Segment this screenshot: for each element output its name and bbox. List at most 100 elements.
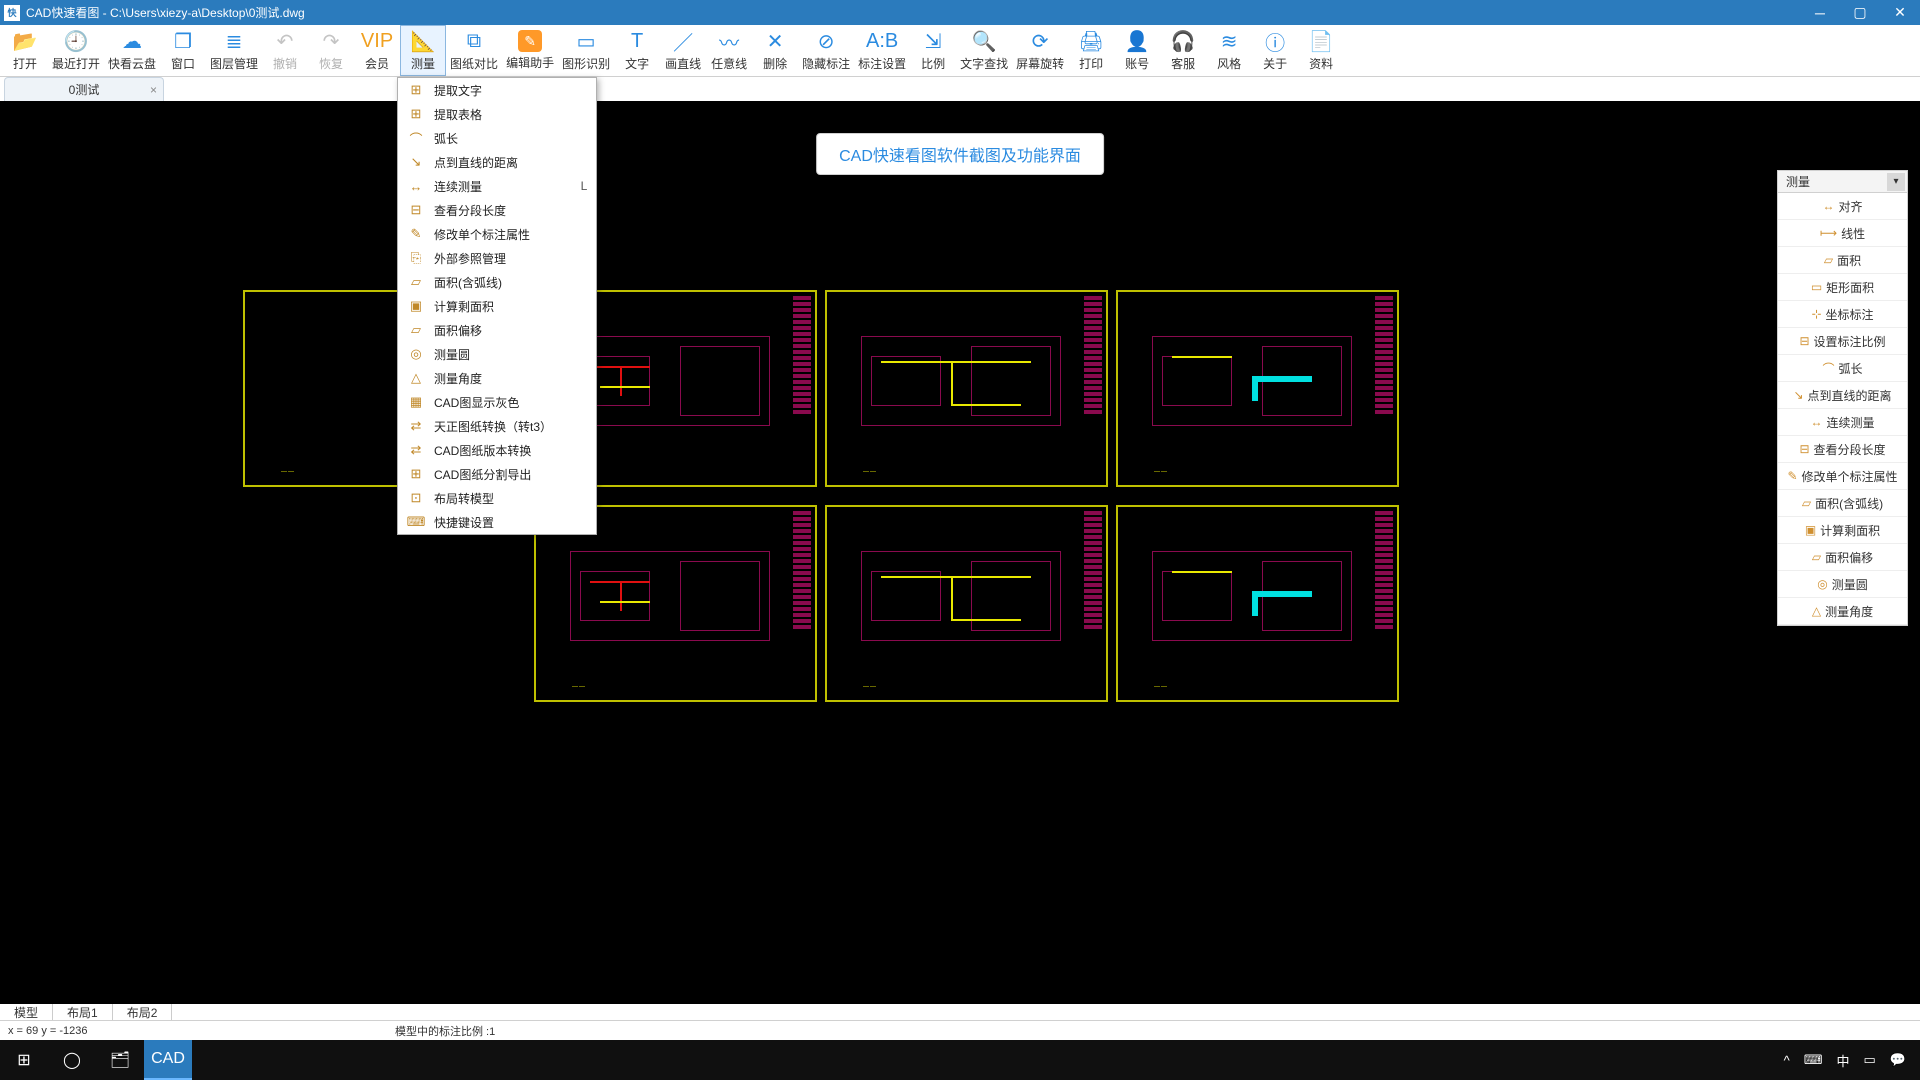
measure-tool-item[interactable]: △测量角度 <box>1778 598 1907 625</box>
menu-item[interactable]: ⊞提取文字 <box>398 78 596 102</box>
toolbar-edithelp-button[interactable]: ✎编辑助手 <box>502 25 558 76</box>
drawing-canvas[interactable]: CAD快速看图软件截图及功能界面 —————————————— <box>0 101 1920 1004</box>
menu-item[interactable]: ⊞提取表格 <box>398 102 596 126</box>
toolbar-about-button[interactable]: ⓘ关于 <box>1252 25 1298 76</box>
measure-tool-item[interactable]: ▱面积 <box>1778 247 1907 274</box>
toolbar-hidedim-button[interactable]: ⊘隐藏标注 <box>798 25 854 76</box>
measure-tool-item[interactable]: ⊹坐标标注 <box>1778 301 1907 328</box>
measure-tool-item[interactable]: ↘点到直线的距离 <box>1778 382 1907 409</box>
toolbar-window-button[interactable]: ❐窗口 <box>160 25 206 76</box>
toolbar-freeline-button[interactable]: 〰任意线 <box>706 25 752 76</box>
measure-panel-title: 测量 <box>1786 173 1810 190</box>
toolbar-text-button[interactable]: T文字 <box>614 25 660 76</box>
toolbar-shape-button[interactable]: ▭图形识别 <box>558 25 614 76</box>
measure-tool-item[interactable]: ⌒弧长 <box>1778 355 1907 382</box>
app-taskbar-button[interactable]: CAD <box>144 1040 192 1080</box>
toolbar-print-button[interactable]: 🖨打印 <box>1068 25 1114 76</box>
toolbar-support-button[interactable]: 🎧客服 <box>1160 25 1206 76</box>
layout-tab[interactable]: 布局1 <box>53 1004 113 1020</box>
menu-item[interactable]: ⌒弧长 <box>398 126 596 150</box>
toolbar-label: 画直线 <box>665 55 701 72</box>
toolbar-findtext-button[interactable]: 🔍文字查找 <box>956 25 1012 76</box>
toolbar-undo-button[interactable]: ↶撤销 <box>262 25 308 76</box>
maximize-button[interactable]: ▢ <box>1840 0 1880 25</box>
start-button[interactable]: ⊞ <box>0 1040 48 1080</box>
cortana-button[interactable]: ◯ <box>48 1040 96 1080</box>
menu-item[interactable]: ▣计算剩面积 <box>398 294 596 318</box>
toolbar-dimset-button[interactable]: A:B标注设置 <box>854 25 910 76</box>
tray-icon[interactable]: ^ <box>1784 1053 1790 1068</box>
menu-item[interactable]: ⊡布局转模型 <box>398 486 596 510</box>
toolbar-cloud-button[interactable]: ☁快看云盘 <box>104 25 160 76</box>
toolbar-open-button[interactable]: 📂打开 <box>2 25 48 76</box>
toolbar-vip-button[interactable]: VIP会员 <box>354 25 400 76</box>
document-tab[interactable]: 0测试 × <box>4 77 164 101</box>
toolbar-style-button[interactable]: ≋风格 <box>1206 25 1252 76</box>
measure-tool-item[interactable]: ✎修改单个标注属性 <box>1778 463 1907 490</box>
measure-tool-item[interactable]: ⊟设置标注比例 <box>1778 328 1907 355</box>
drawing-thumbnail[interactable]: —— <box>1116 290 1399 487</box>
toolbar-measure-button[interactable]: 📐测量 <box>400 25 446 76</box>
menu-item[interactable]: ▱面积偏移 <box>398 318 596 342</box>
toolbar-recent-button[interactable]: 🕘 最近打开 <box>48 25 104 76</box>
close-tab-icon[interactable]: × <box>150 83 157 97</box>
explorer-button[interactable]: 🗂 <box>96 1040 144 1080</box>
menu-item-icon: ▱ <box>406 322 426 338</box>
measure-tool-item[interactable]: ▣计算剩面积 <box>1778 517 1907 544</box>
menu-item[interactable]: △测量角度 <box>398 366 596 390</box>
menu-item[interactable]: ✎修改单个标注属性 <box>398 222 596 246</box>
menu-item[interactable]: ↘点到直线的距离 <box>398 150 596 174</box>
menu-item[interactable]: ▱面积(含弧线) <box>398 270 596 294</box>
menu-item[interactable]: ⇄CAD图纸版本转换 <box>398 438 596 462</box>
measure-icon: 📐 <box>411 29 435 53</box>
menu-item-label: CAD图纸版本转换 <box>434 442 572 459</box>
drawing-thumbnail[interactable]: —— <box>825 290 1108 487</box>
menu-item[interactable]: ⇄天正图纸转换（转t3） <box>398 414 596 438</box>
measure-tool-item[interactable]: ▱面积偏移 <box>1778 544 1907 571</box>
tray-icon[interactable]: 中 <box>1837 1051 1850 1070</box>
measure-panel-close-icon[interactable]: ▾ <box>1887 173 1905 191</box>
toolbar-label: 最近打开 <box>52 55 100 72</box>
measure-tool-label: 测量圆 <box>1832 576 1868 593</box>
toolbar-resources-button[interactable]: 📄资料 <box>1298 25 1344 76</box>
toolbar-layers-button[interactable]: ≣图层管理 <box>206 25 262 76</box>
measure-tool-item[interactable]: ▭矩形面积 <box>1778 274 1907 301</box>
measure-tool-label: 计算剩面积 <box>1820 522 1880 539</box>
measure-tool-item[interactable]: ↔对齐 <box>1778 193 1907 220</box>
measure-tool-item[interactable]: ↔连续测量 <box>1778 409 1907 436</box>
measure-tool-item[interactable]: ⟼线性 <box>1778 220 1907 247</box>
tray-icon[interactable]: ⌨ <box>1804 1052 1823 1068</box>
close-button[interactable]: ✕ <box>1880 0 1920 25</box>
tray-icon[interactable]: 💬 <box>1890 1052 1906 1068</box>
measure-tool-item[interactable]: ▱面积(含弧线) <box>1778 490 1907 517</box>
layout-tab[interactable]: 布局2 <box>113 1004 173 1020</box>
toolbar-compare-button[interactable]: ⧉图纸对比 <box>446 25 502 76</box>
toolbar-redo-button[interactable]: ↷恢复 <box>308 25 354 76</box>
menu-item[interactable]: ⌨快捷键设置 <box>398 510 596 534</box>
measure-tool-item[interactable]: ⊟查看分段长度 <box>1778 436 1907 463</box>
toolbar-delete-button[interactable]: ✕删除 <box>752 25 798 76</box>
drawing-thumbnail[interactable]: —— <box>1116 505 1399 702</box>
menu-item[interactable]: ⊞CAD图纸分割导出 <box>398 462 596 486</box>
toolbar-account-button[interactable]: 👤账号 <box>1114 25 1160 76</box>
redo-icon: ↷ <box>319 29 343 53</box>
menu-item-label: 天正图纸转换（转t3） <box>434 418 572 435</box>
menu-item-icon: ⎘ <box>406 250 426 266</box>
menu-item[interactable]: ▦CAD图显示灰色 <box>398 390 596 414</box>
toolbar-label: 关于 <box>1263 55 1287 72</box>
tray-icon[interactable]: ▭ <box>1864 1052 1876 1068</box>
menu-item[interactable]: ⎘外部参照管理 <box>398 246 596 270</box>
minimize-button[interactable]: ─ <box>1800 0 1840 25</box>
toolbar-line-button[interactable]: ／画直线 <box>660 25 706 76</box>
toolbar-scale-button[interactable]: ⇲比例 <box>910 25 956 76</box>
drawing-thumbnail[interactable]: —— <box>825 505 1108 702</box>
menu-item[interactable]: ↔连续测量L <box>398 174 596 198</box>
layout-tab[interactable]: 模型 <box>0 1004 53 1020</box>
measure-tool-item[interactable]: ◎测量圆 <box>1778 571 1907 598</box>
measure-tool-icon: △ <box>1812 604 1821 618</box>
toolbar-rotate-button[interactable]: ⟳屏幕旋转 <box>1012 25 1068 76</box>
menu-item[interactable]: ◎测量圆 <box>398 342 596 366</box>
edithelp-icon: ✎ <box>518 30 542 52</box>
recent-icon: 🕘 <box>64 29 88 53</box>
menu-item[interactable]: ⊟查看分段长度 <box>398 198 596 222</box>
